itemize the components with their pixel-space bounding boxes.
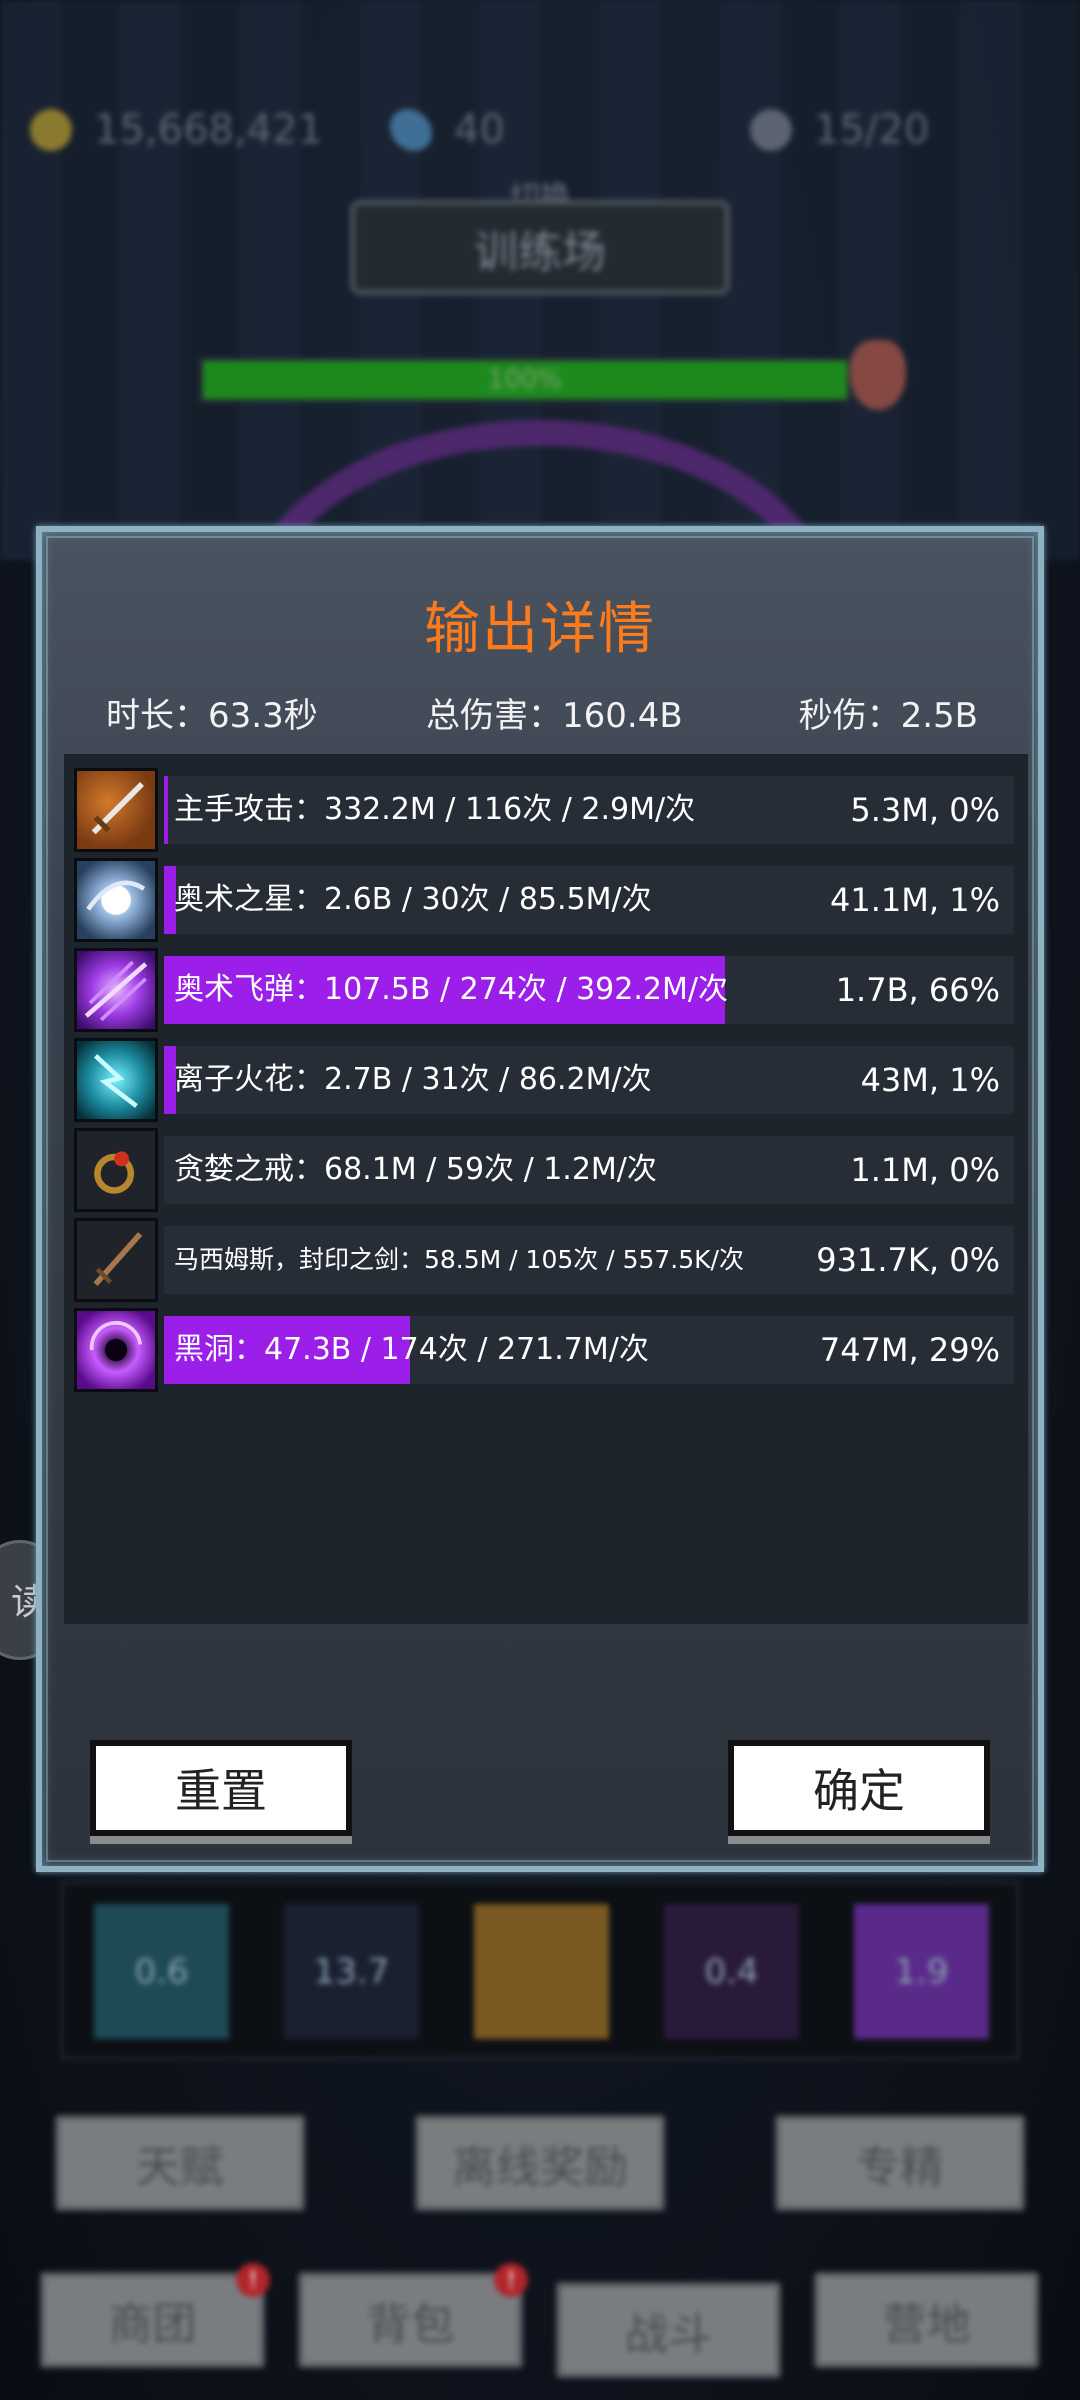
ion-spark-icon: [74, 1038, 158, 1122]
stage-select-button[interactable]: 训练场: [350, 200, 730, 295]
damage-row-detail: 贪婪之戒：68.1M / 59次 / 1.2M/次: [174, 1152, 657, 1187]
sealed-sword-icon: [74, 1218, 158, 1302]
skill-bar: 0.6 13.7 0.4 1.9: [60, 1880, 1020, 2060]
damage-bar-fill: [164, 776, 168, 844]
skill-slot-5[interactable]: 1.9: [854, 1904, 989, 2039]
nav-guild-label: 商团: [108, 2299, 197, 2350]
skill-slot-3[interactable]: [474, 1904, 609, 2039]
skill-slot-2[interactable]: 13.7: [284, 1904, 419, 2039]
total-damage-stat: 总伤害：160.4B: [426, 696, 683, 736]
black-hole-icon: [74, 1308, 158, 1392]
damage-row: 黑洞：47.3B / 174次 / 271.7M/次 747M, 29%: [74, 1308, 1014, 1392]
offline-reward-button[interactable]: 离线奖励: [415, 2115, 665, 2211]
mastery-button[interactable]: 专精: [775, 2115, 1025, 2211]
guild-alert-badge: !: [236, 2263, 270, 2297]
confirm-button[interactable]: 确定: [728, 1740, 990, 1836]
damage-row-detail: 马西姆斯，封印之剑：58.5M / 105次 / 557.5K/次: [174, 1245, 744, 1274]
gem-icon: [390, 109, 432, 151]
gold-counter: 15,668,421: [30, 100, 323, 160]
nav-bag-button[interactable]: 背包 !: [298, 2263, 528, 2368]
damage-row: 奥术飞弹：107.5B / 274次 / 392.2M/次 1.7B, 66%: [74, 948, 1014, 1032]
nav-camp-button[interactable]: 营地: [814, 2272, 1039, 2368]
talent-button[interactable]: 天赋: [55, 2115, 305, 2211]
damage-summary: 时长：63.3秒 总伤害：160.4B 秒伤：2.5B: [42, 688, 1038, 738]
damage-row: 离子火花：2.7B / 31次 / 86.2M/次 43M, 1%: [74, 1038, 1014, 1122]
nav-battle-label: 战斗: [624, 2309, 713, 2360]
damage-row: 奥术之星：2.6B / 30次 / 85.5M/次 41.1M, 1%: [74, 858, 1014, 942]
key-icon: [750, 109, 792, 151]
damage-row-share: 41.1M, 1%: [830, 881, 1000, 919]
damage-row-share: 43M, 1%: [860, 1061, 1000, 1099]
sword-icon: [74, 768, 158, 852]
damage-row-detail: 黑洞：47.3B / 174次 / 271.7M/次: [174, 1332, 649, 1367]
damage-row: 主手攻击：332.2M / 116次 / 2.9M/次 5.3M, 0%: [74, 768, 1014, 852]
damage-row-share: 931.7K, 0%: [816, 1241, 1000, 1279]
damage-source-list: 主手攻击：332.2M / 116次 / 2.9M/次 5.3M, 0% 奥术之…: [64, 754, 1028, 1624]
enemy-hp-text: 100%: [487, 365, 563, 395]
duration-stat: 时长：63.3秒: [106, 696, 318, 736]
enemy-hp-bar: 100%: [200, 358, 850, 402]
nav-guild-button[interactable]: 商团 !: [40, 2263, 270, 2368]
dialog-title: 输出详情: [424, 597, 656, 662]
arcane-missile-icon: [74, 948, 158, 1032]
reset-button[interactable]: 重置: [90, 1740, 352, 1836]
arcane-star-icon: [74, 858, 158, 942]
gem-counter: 40: [390, 100, 505, 160]
damage-row-detail: 奥术之星：2.6B / 30次 / 85.5M/次: [174, 882, 652, 917]
greed-ring-icon: [74, 1128, 158, 1212]
damage-row: 马西姆斯，封印之剑：58.5M / 105次 / 557.5K/次 931.7K…: [74, 1218, 1014, 1302]
damage-row-share: 1.7B, 66%: [835, 971, 1000, 1009]
gold-coin-icon: [30, 109, 72, 151]
bag-alert-badge: !: [494, 2263, 528, 2297]
skill-slot-1[interactable]: 0.6: [94, 1904, 229, 2039]
damage-row-share: 1.1M, 0%: [850, 1151, 1000, 1189]
key-value: 15/20: [814, 107, 930, 153]
nav-battle-button[interactable]: 战斗: [556, 2282, 781, 2378]
nav-camp-label: 营地: [882, 2299, 971, 2350]
gem-value: 40: [454, 107, 505, 153]
skill-slot-4[interactable]: 0.4: [664, 1904, 799, 2039]
damage-row-detail: 离子火花：2.7B / 31次 / 86.2M/次: [174, 1062, 652, 1097]
nav-bag-label: 背包: [366, 2299, 455, 2350]
dps-stat: 秒伤：2.5B: [798, 696, 978, 736]
damage-details-dialog: 输出详情 时长：63.3秒 总伤害：160.4B 秒伤：2.5B 主手攻击：33…: [36, 526, 1044, 1872]
damage-row-share: 747M, 29%: [819, 1331, 1000, 1369]
damage-row-detail: 主手攻击：332.2M / 116次 / 2.9M/次: [174, 792, 696, 827]
damage-row: 贪婪之戒：68.1M / 59次 / 1.2M/次 1.1M, 0%: [74, 1128, 1014, 1212]
resource-bar: 15,668,421 40 15/20: [30, 100, 1050, 160]
damage-row-share: 5.3M, 0%: [850, 791, 1000, 829]
damage-row-detail: 奥术飞弹：107.5B / 274次 / 392.2M/次: [174, 972, 728, 1007]
boss-skull-icon: [850, 340, 906, 410]
gold-value: 15,668,421: [94, 107, 324, 153]
key-counter: 15/20: [750, 100, 929, 160]
